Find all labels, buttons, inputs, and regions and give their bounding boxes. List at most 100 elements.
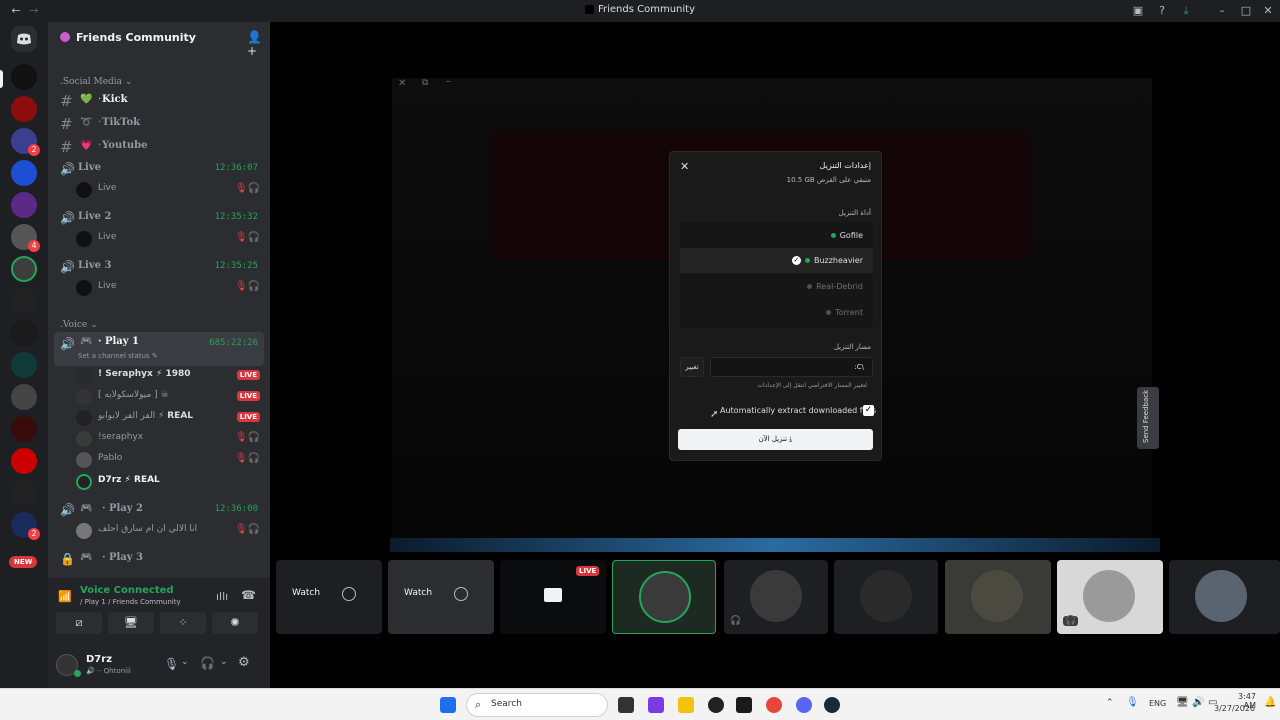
server-speaker-icon[interactable] xyxy=(11,384,37,410)
language-indicator[interactable]: ENG xyxy=(1149,699,1166,708)
voice-channel-live-3[interactable]: 🔊 Live 3 12:35:25 xyxy=(54,256,264,278)
network-icon[interactable]: 🖥 xyxy=(1176,697,1189,708)
participant-tile[interactable] xyxy=(945,560,1051,634)
participant-tile[interactable] xyxy=(834,560,938,634)
steam-icon[interactable] xyxy=(824,697,840,713)
help-icon[interactable]: ? xyxy=(1154,3,1170,19)
stream-tile-live[interactable]: LIVE xyxy=(500,560,606,634)
option-real-debrid[interactable]: Real-Debrid xyxy=(680,274,873,299)
modal-close-button[interactable]: ✕ xyxy=(680,160,689,173)
voice-member[interactable]: الفر الفر لابوابو ⚡ REAL LIVE xyxy=(76,408,266,428)
server-friends-community-icon[interactable] xyxy=(11,64,37,90)
notification-bell-icon[interactable]: 🔔 xyxy=(1264,697,1276,708)
option-gofile[interactable]: Gofile xyxy=(680,223,873,248)
chevron-down-icon[interactable]: ⌄ xyxy=(181,657,189,667)
settings-gear-icon[interactable]: ⚙ xyxy=(238,655,250,670)
server-teal-icon[interactable] xyxy=(11,352,37,378)
voice-member[interactable]: Pablo 🎙🎧 xyxy=(76,450,266,470)
chrome-icon[interactable] xyxy=(766,697,782,713)
change-path-button[interactable]: تغيير xyxy=(680,357,704,377)
voice-member[interactable]: !seraphyx 🎙🎧 xyxy=(76,429,266,449)
voice-member[interactable]: Live 🎙🎧 xyxy=(76,229,266,249)
camera-off-button[interactable]: ⧄ xyxy=(56,612,102,634)
server-dark-red-icon[interactable] xyxy=(11,416,37,442)
stream-close-icon[interactable]: ✕ xyxy=(398,78,406,89)
extract-files-checkbox-row[interactable]: Automatically extract downloaded files ✓ xyxy=(714,404,876,418)
channel-status[interactable]: Set a channel status ✎ xyxy=(78,352,158,360)
screen-share-button[interactable]: 🖥 xyxy=(108,612,154,634)
voice-member[interactable]: Live 🎙🎧 xyxy=(76,278,266,298)
server-f13-icon[interactable] xyxy=(11,320,37,346)
discord-home-icon[interactable] xyxy=(11,26,37,52)
chevron-down-icon[interactable]: ⌄ xyxy=(220,657,228,667)
stream-popout-icon[interactable]: ⧉ xyxy=(422,78,428,88)
tray-chevron-icon[interactable]: ⌃ xyxy=(1106,698,1114,708)
activities-button[interactable]: ⁘ xyxy=(160,612,206,634)
clock-date[interactable]: 3/27/2026 xyxy=(1214,704,1255,713)
voice-location[interactable]: / Play 1 / Friends Community xyxy=(80,598,181,606)
windows-start-icon[interactable] xyxy=(440,697,456,713)
add-member-icon[interactable]: 👤+ xyxy=(247,30,270,58)
stream-tile-watch-2[interactable]: Watch xyxy=(388,560,494,634)
stream-tile-watch-1[interactable]: Watch xyxy=(276,560,382,634)
text-channel-kick[interactable]: # 💚 · Kick xyxy=(54,90,264,112)
download-path-input[interactable]: :C\ xyxy=(710,357,873,377)
server-dark-icon[interactable] xyxy=(11,288,37,314)
participant-tile[interactable] xyxy=(1169,560,1280,634)
terminal-icon[interactable] xyxy=(736,697,752,713)
widgets-icon[interactable] xyxy=(648,697,664,713)
microphone-tray-icon[interactable]: 🎙 xyxy=(1126,697,1139,708)
file-explorer-icon[interactable] xyxy=(678,697,694,713)
server-red-bird-icon[interactable] xyxy=(11,448,37,474)
gamepad-icon: 🎮 xyxy=(80,336,93,347)
category-voice[interactable]: .Voice ⌄ xyxy=(60,320,98,330)
text-channel-tiktok[interactable]: # ➰ · TikTok xyxy=(54,113,264,135)
microphone-icon[interactable]: 🎙 xyxy=(164,657,179,671)
voice-channel-live-2[interactable]: 🔊 Live 2 12:35:32 xyxy=(54,207,264,229)
option-buzzheavier[interactable]: ✓ Buzzheavier xyxy=(680,248,873,273)
voice-channel-play-3[interactable]: 🔒 🎮 · Play 3 xyxy=(54,548,264,570)
server-dev-icon[interactable] xyxy=(11,192,37,218)
participant-tile[interactable]: 🎧 xyxy=(724,560,828,634)
disconnect-icon[interactable]: ☎ xyxy=(241,588,256,602)
checkbox-checked-icon[interactable]: ✓ xyxy=(863,405,874,416)
watch-stream-icon[interactable] xyxy=(342,587,356,601)
app-icon[interactable] xyxy=(708,697,724,713)
soundboard-button[interactable]: ✺ xyxy=(212,612,258,634)
server-blue-icon[interactable] xyxy=(11,160,37,186)
inbox-icon[interactable]: ▣ xyxy=(1130,3,1146,19)
voice-channel-play-2[interactable]: 🔊 🎮 · Play 2 12:36:00 xyxy=(54,499,264,521)
maximize-button[interactable]: □ xyxy=(1238,3,1254,19)
download-icon[interactable]: ⤓ xyxy=(1178,3,1194,19)
volume-icon[interactable]: 🔊 xyxy=(1192,697,1204,708)
category-social-media[interactable]: .Social Media ⌄ xyxy=(60,77,132,87)
text-channel-youtube[interactable]: # 💗 · Youtube xyxy=(54,136,264,158)
taskbar-search[interactable]: ⌕ Search xyxy=(466,693,608,717)
muted-deafened-icon: 🎙🎧 xyxy=(234,281,260,292)
headphones-icon[interactable]: 🎧 xyxy=(200,656,215,670)
discord-icon[interactable] xyxy=(796,697,812,713)
close-button[interactable]: ✕ xyxy=(1260,3,1276,19)
noise-suppression-icon[interactable]: ıllı xyxy=(216,590,228,603)
send-feedback-tab[interactable]: Send Feedback xyxy=(1137,387,1159,449)
voice-member[interactable]: انا الالي ان ام سارق احلف 🎙🎧 xyxy=(76,521,266,541)
server-61-icon[interactable] xyxy=(11,480,37,506)
voice-channel-play-1[interactable]: 🔊 🎮 · Play 1 685:22:26 Set a channel sta… xyxy=(54,332,264,366)
voice-member[interactable]: Live 🎙🎧 xyxy=(76,180,266,200)
server-red-icon[interactable] xyxy=(11,96,37,122)
participant-tile[interactable]: 🎧 xyxy=(1057,560,1163,634)
voice-channel-live[interactable]: 🔊 Live 12:36:07 xyxy=(54,158,264,180)
participant-tile-speaking[interactable] xyxy=(612,560,716,634)
voice-member[interactable]: [ ميولاسكولايه ] ☠ LIVE xyxy=(76,387,266,407)
option-torrent[interactable]: Torrent xyxy=(680,300,873,325)
minimize-button[interactable]: – xyxy=(1214,3,1230,19)
guild-header[interactable]: Friends Community ⌄ 👤+ xyxy=(48,22,270,58)
task-view-icon[interactable] xyxy=(618,697,634,713)
stream-minimize-icon[interactable]: – xyxy=(446,76,451,87)
server-green-ring-icon[interactable] xyxy=(11,256,37,282)
username: D7rz xyxy=(86,654,113,665)
voice-member[interactable]: ! Seraphyx ⚡ 1980 LIVE xyxy=(76,366,266,386)
download-now-button[interactable]: تنزيل الآن ⤓ xyxy=(678,429,873,450)
watch-stream-icon[interactable] xyxy=(454,587,468,601)
voice-member-self[interactable]: D7rz ⚡ REAL xyxy=(76,472,266,492)
